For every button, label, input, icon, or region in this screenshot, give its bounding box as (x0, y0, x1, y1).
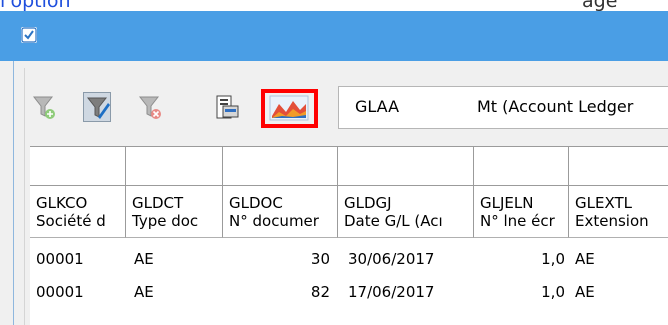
filter-edit-icon (86, 97, 110, 119)
field-code: GLAA (355, 97, 400, 116)
cell-text: 00001 (36, 283, 84, 301)
cell-text: 17/06/2017 (348, 283, 435, 301)
filter-remove-icon (138, 96, 161, 119)
background-link-text: l'option age (0, 0, 668, 11)
column-label: Société d (36, 212, 106, 230)
column-label: Type doc (132, 212, 199, 230)
table-cell[interactable]: 00001 (30, 243, 126, 276)
column-header[interactable]: GLKCO Société d (30, 186, 126, 238)
field-selector[interactable]: GLAA Mt (Account Ledger (338, 86, 668, 129)
column-code: GLEXTL (575, 194, 632, 212)
window-frame (13, 61, 14, 325)
filter-cell-3[interactable] (223, 146, 338, 186)
table-cell[interactable]: 17/06/2017 (338, 276, 474, 309)
cell-text: AE (575, 250, 595, 268)
column-code: GLDGJ (344, 194, 392, 212)
data-grid: GLKCO Société d GLDCT Type doc GLDOC N° … (30, 146, 668, 325)
cell-text: 1,0 (541, 250, 565, 268)
column-code: GLDOC (229, 194, 283, 212)
cell-text: 82 (310, 283, 330, 301)
link-text[interactable]: l'option (0, 0, 71, 11)
column-header[interactable]: GLDOC N° documer (223, 186, 338, 238)
filter-cell-6[interactable] (569, 146, 668, 186)
column-code: GLDCT (132, 194, 184, 212)
filter-cell-4[interactable] (338, 146, 474, 186)
column-label: N° lne écr (480, 212, 555, 230)
cell-text: 30 (310, 250, 330, 268)
filter-cell-2[interactable] (126, 146, 223, 186)
app-icon (21, 27, 37, 43)
cell-text: AE (134, 250, 154, 268)
column-code: GLKCO (36, 194, 88, 212)
column-code: GLJELN (480, 194, 534, 212)
table-cell[interactable]: AE (126, 276, 223, 309)
table-cell[interactable]: 30 (223, 243, 338, 276)
column-header[interactable]: GLDGJ Date G/L (Acı (338, 186, 474, 238)
column-label: Extension (575, 212, 649, 230)
cell-text: 1,0 (541, 283, 565, 301)
column-label: Date G/L (Acı (344, 212, 443, 230)
filter-cell-1[interactable] (30, 146, 126, 186)
filter-add-icon (32, 96, 55, 119)
table-cell[interactable]: AE (126, 243, 223, 276)
filter-cell-5[interactable] (474, 146, 569, 186)
field-description: Mt (Account Ledger (477, 97, 634, 116)
column-header[interactable]: GLJELN N° lne écr (474, 186, 569, 238)
table-cell[interactable]: 1,0 (474, 243, 569, 276)
chart-button-highlight (261, 89, 318, 128)
filter-edit-button[interactable] (83, 92, 111, 122)
filter-remove-button[interactable] (136, 92, 164, 122)
print-icon (216, 95, 239, 119)
column-label: N° documer (229, 212, 319, 230)
window-inner-border (24, 68, 25, 325)
print-button[interactable] (213, 92, 241, 122)
column-header[interactable]: GLDCT Type doc (126, 186, 223, 238)
table-cell[interactable]: 82 (223, 276, 338, 309)
cell-text: AE (575, 283, 595, 301)
cell-text: AE (134, 283, 154, 301)
table-cell[interactable]: AE (569, 276, 668, 309)
table-cell[interactable]: AE (569, 243, 668, 276)
window-titlebar[interactable] (0, 11, 668, 61)
cell-text: 30/06/2017 (348, 250, 435, 268)
table-cell[interactable]: 00001 (30, 276, 126, 309)
cell-text: 00001 (36, 250, 84, 268)
table-cell[interactable]: 30/06/2017 (338, 243, 474, 276)
column-header[interactable]: GLEXTL Extension (569, 186, 668, 238)
table-cell[interactable]: 1,0 (474, 276, 569, 309)
background-text: age (582, 0, 618, 11)
filter-add-button[interactable] (30, 92, 58, 122)
